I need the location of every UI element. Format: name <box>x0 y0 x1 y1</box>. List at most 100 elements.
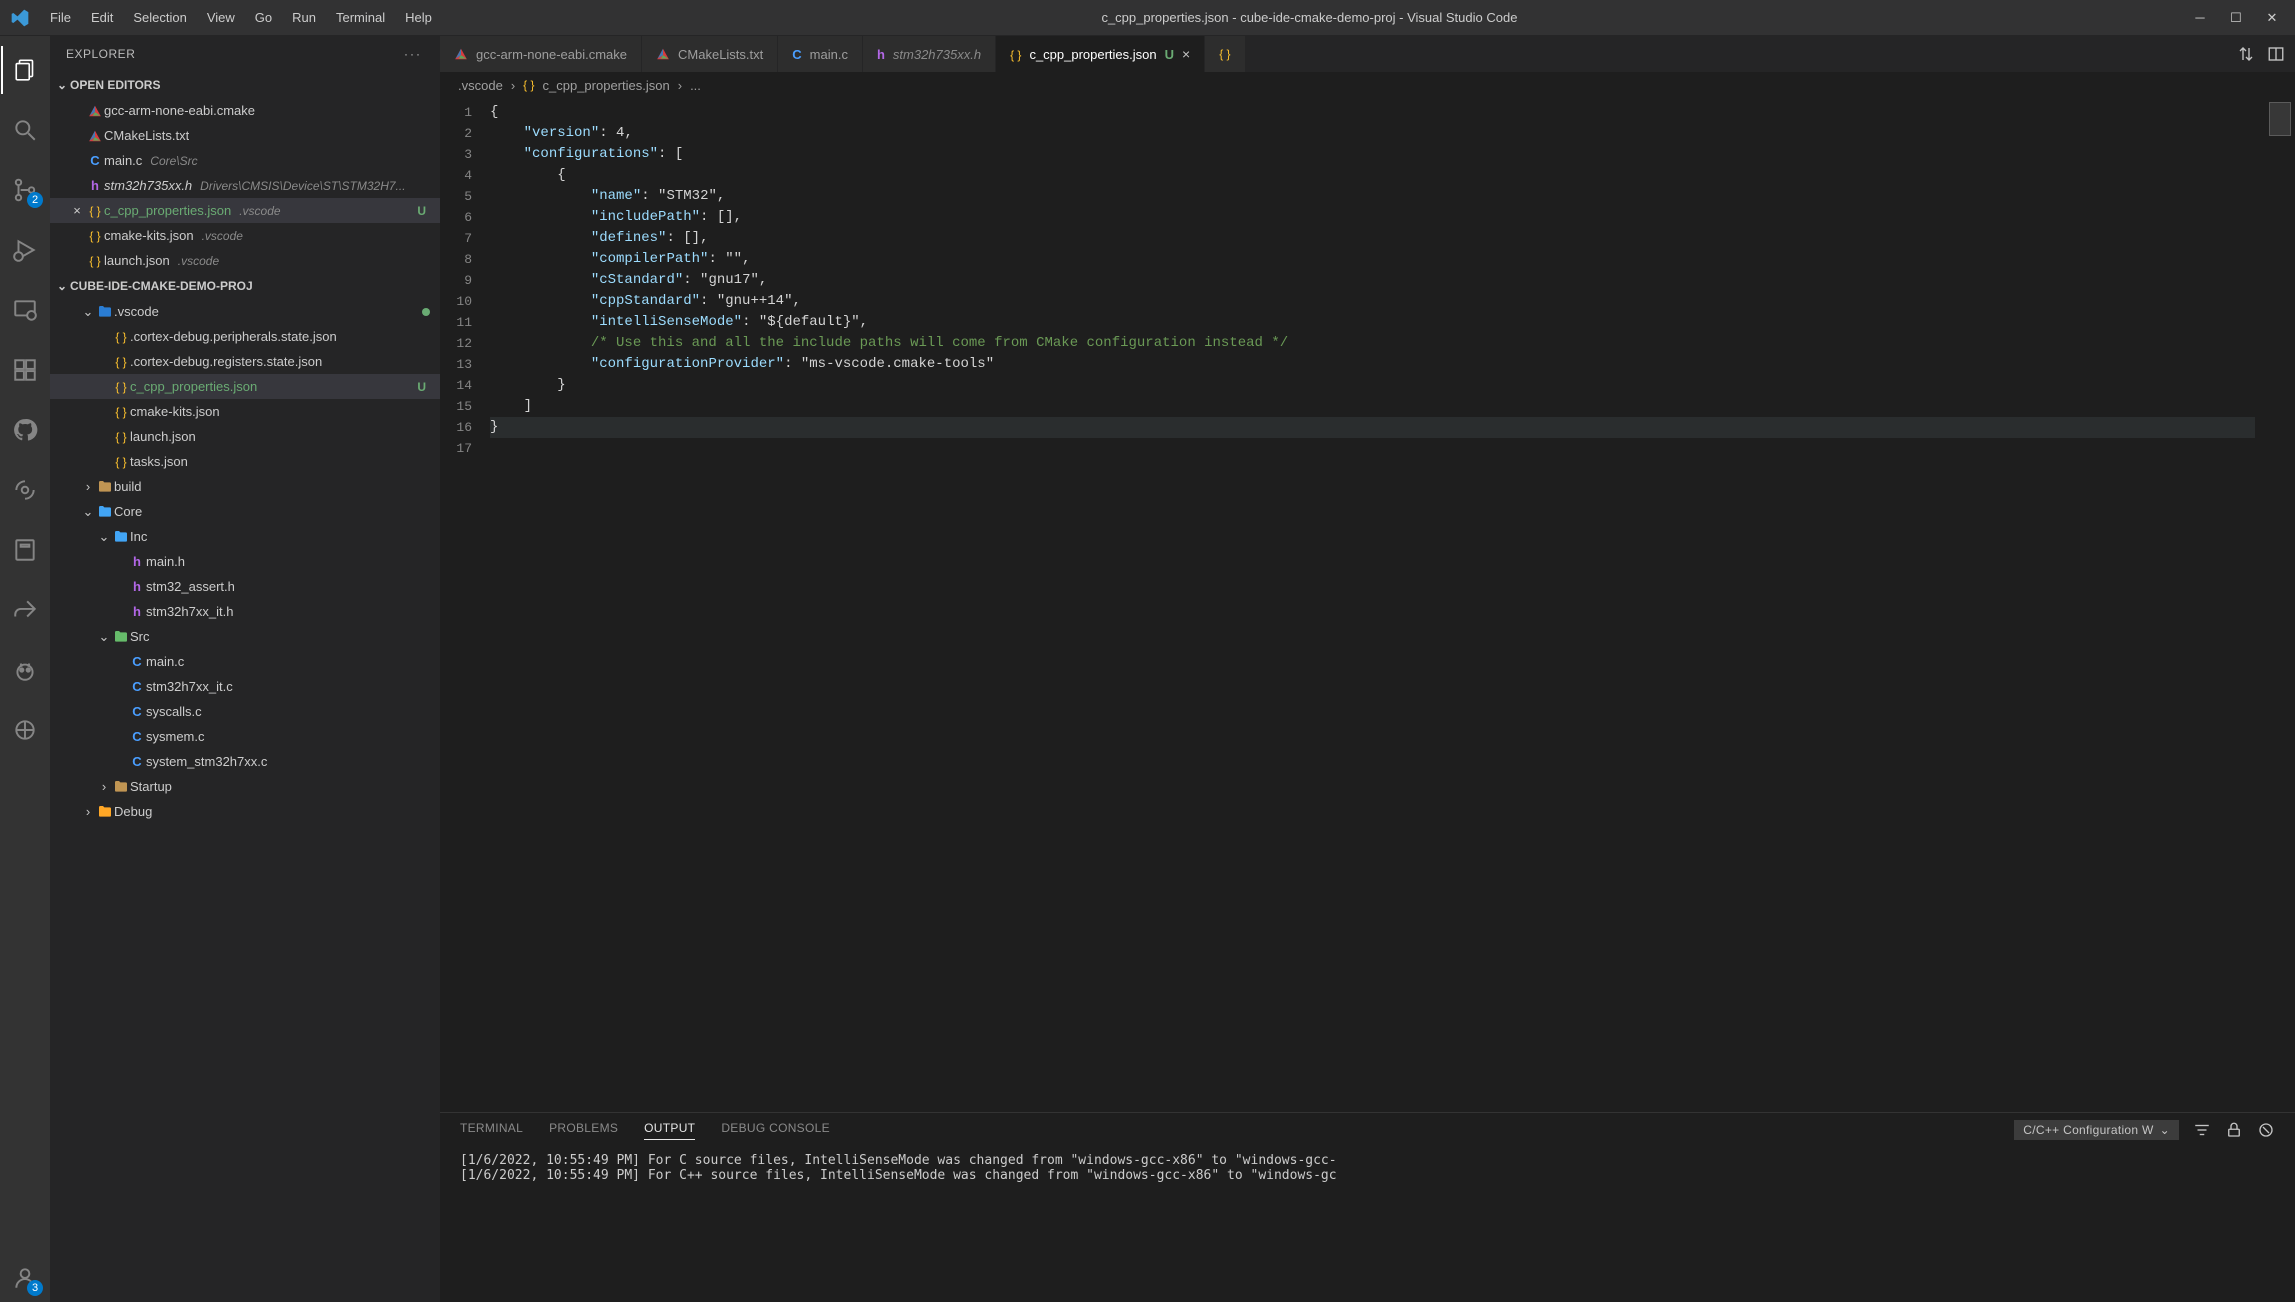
chevron-down-icon: ⌄ <box>54 279 70 293</box>
json-icon: { } <box>523 78 534 92</box>
activity-accounts[interactable]: 3 <box>1 1254 49 1302</box>
activity-scm[interactable]: 2 <box>1 166 49 214</box>
open-editor-item[interactable]: { }launch.json.vscode <box>50 248 440 273</box>
menu-terminal[interactable]: Terminal <box>326 4 395 31</box>
panel-tab-debug-console[interactable]: DEBUG CONSOLE <box>721 1121 830 1139</box>
menu-view[interactable]: View <box>197 4 245 31</box>
tree-file[interactable]: Cstm32h7xx_it.c <box>50 674 440 699</box>
open-editor-item[interactable]: gcc-arm-none-eabi.cmake <box>50 98 440 123</box>
menu-help[interactable]: Help <box>395 4 442 31</box>
debug-icon <box>12 237 38 263</box>
close-icon[interactable]: × <box>68 203 86 218</box>
editor-tab[interactable]: Cmain.c <box>778 36 863 72</box>
menu-selection[interactable]: Selection <box>123 4 196 31</box>
tree-folder[interactable]: ⌄Src <box>50 624 440 649</box>
activity-pio[interactable] <box>1 646 49 694</box>
output-channel-select[interactable]: C/C++ Configuration W ⌄ <box>2014 1120 2179 1140</box>
file-label: .cortex-debug.registers.state.json <box>130 354 322 369</box>
activity-run-debug[interactable] <box>1 226 49 274</box>
breadcrumb[interactable]: .vscode › { } c_cpp_properties.json › ..… <box>440 72 2295 98</box>
cmake-icon <box>12 717 38 743</box>
activity-remote[interactable] <box>1 286 49 334</box>
tree-folder[interactable]: ⌄Core <box>50 499 440 524</box>
activity-bar: 2 3 <box>0 36 50 1302</box>
editor-tab[interactable]: CMakeLists.txt <box>642 36 778 72</box>
minimap-viewport[interactable] <box>2269 102 2291 136</box>
tree-file[interactable]: Cmain.c <box>50 649 440 674</box>
activity-bookmark[interactable] <box>1 526 49 574</box>
panel-tab-terminal[interactable]: TERMINAL <box>460 1121 523 1139</box>
open-editors-header[interactable]: ⌄ OPEN EDITORS <box>50 72 440 98</box>
compare-icon[interactable] <box>2237 45 2255 63</box>
tree-file[interactable]: Csysmem.c <box>50 724 440 749</box>
panel-tab-problems[interactable]: PROBLEMS <box>549 1121 618 1139</box>
activity-github[interactable] <box>1 406 49 454</box>
minimap[interactable] <box>2255 98 2295 1112</box>
open-editor-item[interactable]: CMakeLists.txt <box>50 123 440 148</box>
tree-folder[interactable]: ›Startup <box>50 774 440 799</box>
output-body[interactable]: [1/6/2022, 10:55:49 PM] For C source fil… <box>440 1147 2295 1302</box>
tree-file[interactable]: hstm32_assert.h <box>50 574 440 599</box>
file-icon: C <box>128 654 146 669</box>
tree-folder[interactable]: ›Debug <box>50 799 440 824</box>
code-content[interactable]: { "version": 4, "configurations": [ { "n… <box>490 98 2255 1112</box>
tree-file[interactable]: hmain.h <box>50 549 440 574</box>
open-editor-item[interactable]: { }cmake-kits.json.vscode <box>50 223 440 248</box>
activity-cmake[interactable] <box>1 706 49 754</box>
chevron-down-icon: ⌄ <box>2160 1123 2170 1137</box>
folder-label: Debug <box>114 804 152 819</box>
file-label: stm32h7xx_it.h <box>146 604 233 619</box>
menu-go[interactable]: Go <box>245 4 282 31</box>
chevron-right-icon: › <box>511 78 515 93</box>
tree-file[interactable]: { }tasks.json <box>50 449 440 474</box>
project-header[interactable]: ⌄ CUBE-IDE-CMAKE-DEMO-PROJ <box>50 273 440 299</box>
tree-file[interactable]: { }cmake-kits.json <box>50 399 440 424</box>
menu-run[interactable]: Run <box>282 4 326 31</box>
editor-tab[interactable]: { }c_cpp_properties.jsonU× <box>996 36 1205 72</box>
file-icon: { } <box>112 405 130 419</box>
panel-tabs: TERMINAL PROBLEMS OUTPUT DEBUG CONSOLE C… <box>440 1113 2295 1147</box>
open-editor-item[interactable]: Cmain.cCore\Src <box>50 148 440 173</box>
tree-file[interactable]: Csyscalls.c <box>50 699 440 724</box>
breadcrumb-seg[interactable]: ... <box>690 78 701 93</box>
panel-clear-icon[interactable] <box>2257 1121 2275 1139</box>
editor-tab[interactable]: hstm32h735xx.h <box>863 36 996 72</box>
panel-tab-output[interactable]: OUTPUT <box>644 1121 695 1140</box>
close-icon[interactable]: ✕ <box>2263 10 2281 26</box>
tree-file[interactable]: hstm32h7xx_it.h <box>50 599 440 624</box>
editor[interactable]: 1234567891011121314151617 { "version": 4… <box>440 98 2295 1112</box>
folder-icon <box>96 504 114 520</box>
tree-folder[interactable]: ⌄Inc <box>50 524 440 549</box>
tree-file[interactable]: { }c_cpp_properties.jsonU <box>50 374 440 399</box>
menu-edit[interactable]: Edit <box>81 4 123 31</box>
close-icon[interactable]: × <box>1182 46 1190 62</box>
breadcrumb-seg[interactable]: .vscode <box>458 78 503 93</box>
chevron-right-icon: › <box>678 78 682 93</box>
tree-file[interactable]: { }.cortex-debug.peripherals.state.json <box>50 324 440 349</box>
breadcrumb-seg[interactable]: c_cpp_properties.json <box>543 78 670 93</box>
tree-folder[interactable]: ⌄.vscode <box>50 299 440 324</box>
split-editor-icon[interactable] <box>2267 45 2285 63</box>
panel-lock-icon[interactable] <box>2225 1121 2243 1139</box>
tree-file[interactable]: { }launch.json <box>50 424 440 449</box>
tree-file[interactable]: Csystem_stm32h7xx.c <box>50 749 440 774</box>
activity-explorer[interactable] <box>1 46 49 94</box>
editor-tab[interactable]: { } <box>1205 36 1245 72</box>
activity-share[interactable] <box>1 586 49 634</box>
chevron-down-icon: ⌄ <box>80 504 96 520</box>
open-editor-item[interactable]: ×{ }c_cpp_properties.json.vscodeU <box>50 198 440 223</box>
open-editor-item[interactable]: hstm32h735xx.hDrivers\CMSIS\Device\ST\ST… <box>50 173 440 198</box>
maximize-icon[interactable]: ☐ <box>2227 10 2245 26</box>
explorer-more-icon[interactable]: ··· <box>404 47 422 61</box>
panel-filter-icon[interactable] <box>2193 1121 2211 1139</box>
editor-tab[interactable]: gcc-arm-none-eabi.cmake <box>440 36 642 72</box>
folder-icon <box>112 779 130 795</box>
activity-search[interactable] <box>1 106 49 154</box>
menu-file[interactable]: File <box>40 4 81 31</box>
minimize-icon[interactable]: ─ <box>2191 10 2209 26</box>
file-label: stm32h735xx.h <box>104 178 192 193</box>
activity-extensions[interactable] <box>1 346 49 394</box>
tree-file[interactable]: { }.cortex-debug.registers.state.json <box>50 349 440 374</box>
activity-live[interactable] <box>1 466 49 514</box>
tree-folder[interactable]: ›build <box>50 474 440 499</box>
